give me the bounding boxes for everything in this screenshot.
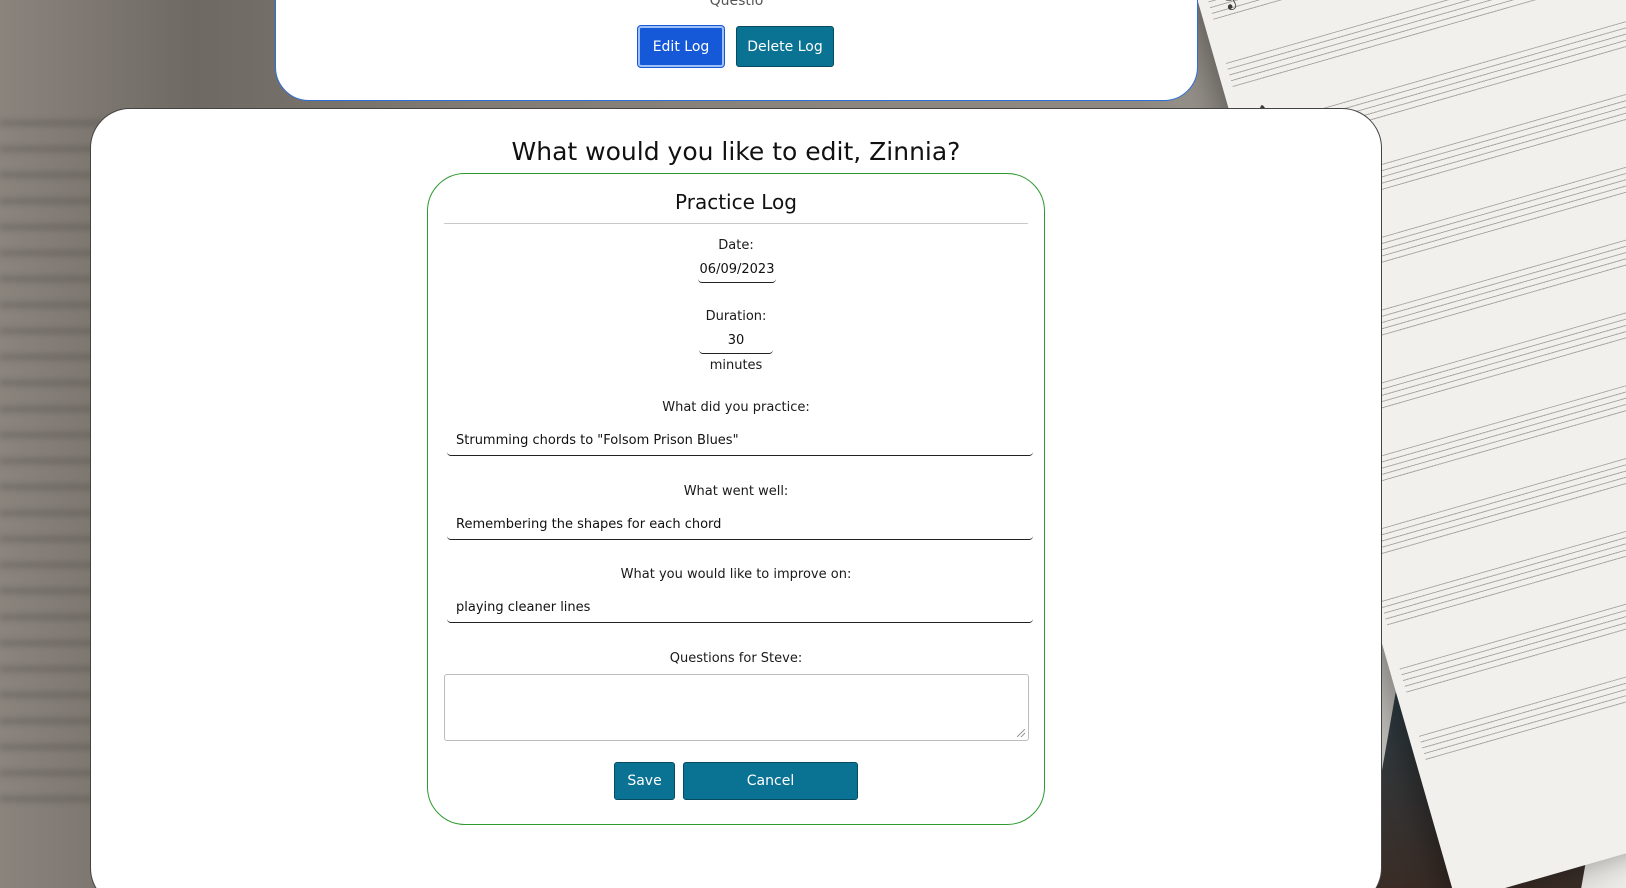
questions-label: Questions for Steve: xyxy=(669,651,803,666)
resize-handle-icon[interactable] xyxy=(1017,729,1025,737)
questions-textarea[interactable] xyxy=(444,674,1029,741)
page-title: What would you like to edit, Zinnia? xyxy=(511,137,961,166)
duration-label: Duration: xyxy=(705,309,767,324)
cancel-button[interactable]: Cancel xyxy=(683,762,858,800)
practiced-input[interactable] xyxy=(447,426,1033,456)
form-title: Practice Log xyxy=(675,190,797,214)
practice-log-card: Questio Edit Log Delete Log xyxy=(275,0,1198,101)
edit-log-button[interactable]: Edit Log xyxy=(638,26,724,67)
duration-unit-label: minutes xyxy=(709,358,763,373)
delete-log-button[interactable]: Delete Log xyxy=(736,26,834,67)
save-button[interactable]: Save xyxy=(614,762,675,800)
duration-input[interactable] xyxy=(699,328,773,354)
went-well-input[interactable] xyxy=(447,510,1033,540)
date-input[interactable] xyxy=(698,257,776,283)
edit-log-panel: What would you like to edit, Zinnia? Pra… xyxy=(90,108,1382,888)
questions-text-partial: Questio xyxy=(709,0,764,9)
went-well-label: What went well: xyxy=(683,484,789,499)
date-label: Date: xyxy=(718,238,754,253)
improve-label: What you would like to improve on: xyxy=(620,567,852,582)
practice-log-form: Practice Log Date: Duration: minutes Wha… xyxy=(427,173,1045,825)
practiced-label: What did you practice: xyxy=(662,400,810,415)
improve-input[interactable] xyxy=(447,593,1033,623)
divider xyxy=(444,223,1028,224)
